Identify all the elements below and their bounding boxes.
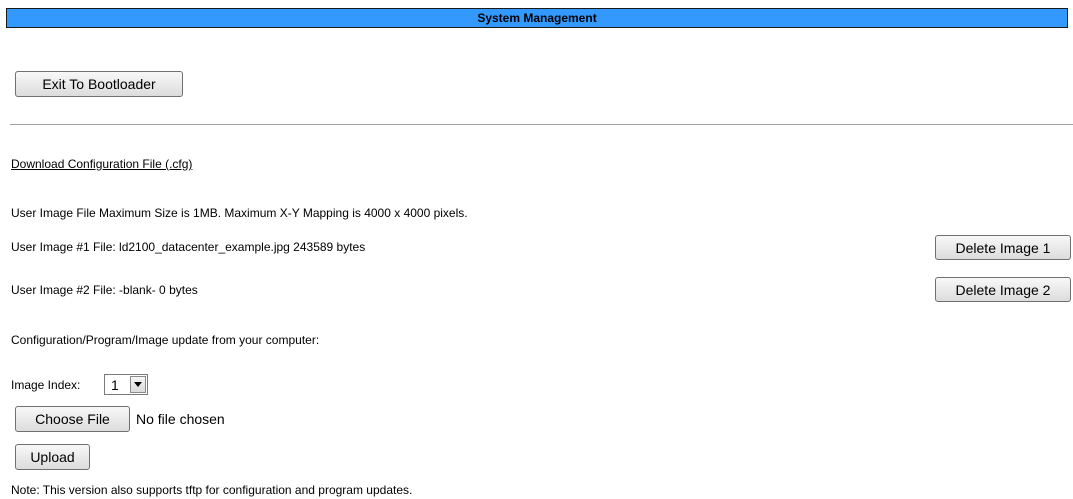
exit-to-bootloader-button[interactable]: Exit To Bootloader: [15, 71, 183, 97]
chevron-down-icon[interactable]: [130, 376, 146, 393]
image-index-select[interactable]: 1: [104, 374, 148, 395]
tftp-note: Note: This version also supports tftp fo…: [11, 483, 413, 497]
upload-button[interactable]: Upload: [15, 444, 90, 470]
page-title: System Management: [477, 11, 597, 25]
image-size-info: User Image File Maximum Size is 1MB. Max…: [11, 206, 468, 220]
update-heading: Configuration/Program/Image update from …: [11, 333, 320, 347]
delete-image-1-button[interactable]: Delete Image 1: [935, 235, 1071, 260]
image-index-label: Image Index:: [11, 378, 81, 392]
user-image-1-info: User Image #1 File: ld2100_datacenter_ex…: [11, 240, 366, 254]
user-image-2-info: User Image #2 File: -blank- 0 bytes: [11, 283, 198, 297]
download-config-link[interactable]: Download Configuration File (.cfg): [11, 157, 192, 171]
file-status: No file chosen: [136, 411, 225, 427]
delete-image-2-button[interactable]: Delete Image 2: [935, 277, 1071, 302]
divider: [10, 124, 1073, 125]
title-bar: System Management: [6, 8, 1068, 28]
choose-file-button[interactable]: Choose File: [15, 406, 130, 432]
image-index-value: 1: [111, 376, 119, 393]
